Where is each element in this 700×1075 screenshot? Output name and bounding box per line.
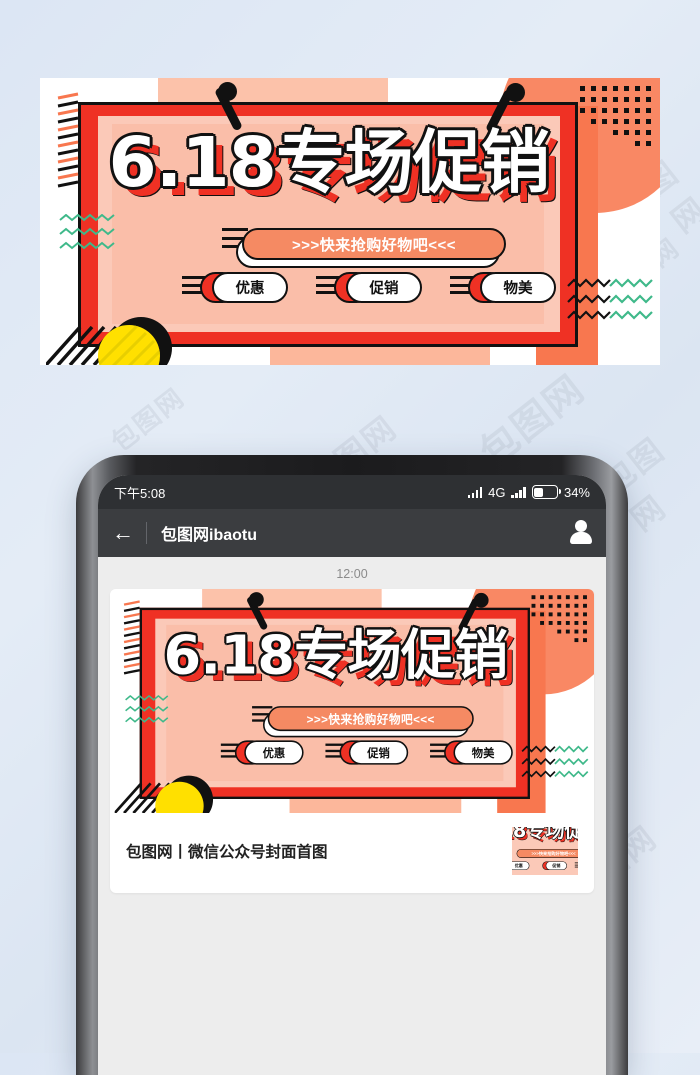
tag-pill-2[interactable]: 物美	[480, 272, 556, 303]
chat-area: 12:00 6.18专场促销 >>>快来抢购好物吧<<< 优惠 促销 物美 包图…	[98, 557, 606, 1075]
watermark-text: 包图网	[105, 381, 191, 458]
tag-pill-0[interactable]: 优惠	[212, 272, 288, 303]
tag-pill-2-2: 物美	[453, 740, 513, 765]
tag-label-2: 物美	[503, 281, 533, 297]
tag-pill-2-0: 优惠	[244, 740, 304, 765]
signal-bars-icon-2	[511, 486, 526, 498]
main-banner-artwork: 6.18专场促销 >>>快来抢购好物吧<<< 优惠 促销 物美	[40, 78, 660, 365]
tag-pill-2-1: 促销	[348, 740, 409, 765]
tag-label-2-0: 优惠	[262, 747, 286, 760]
phone-screen: 下午5:08 4G 34% ← 包图网ibaotu 12:00 6.18专场促销…	[98, 475, 606, 1075]
chat-timestamp: 12:00	[336, 567, 368, 581]
nav-bar: ← 包图网ibaotu	[98, 509, 606, 557]
tag-pill-1[interactable]: 促销	[346, 272, 422, 303]
dash-lines-decor-2	[123, 600, 140, 675]
pushpin-right-head-icon	[506, 83, 525, 102]
message-banner-artwork: 6.18专场促销 >>>快来抢购好物吧<<< 优惠 促销 物美	[110, 589, 594, 813]
banner-subtitle-pill-2: >>>快来抢购好物吧<<<	[267, 706, 474, 732]
banner-subtitle-pill: >>>快来抢购好物吧<<<	[242, 228, 506, 260]
tag-label-2-1: 促销	[367, 747, 390, 760]
zigzag-left-decor	[59, 214, 115, 250]
zigzag-right-decor-2	[521, 745, 589, 778]
battery-icon	[531, 485, 561, 499]
banner-title-2: 6.18专场促销	[163, 623, 509, 687]
thumbnail-inner: 6.18专场促销 >>>快来抢购好物吧<<< 优惠 促销	[512, 827, 578, 875]
pushpin-left-head-icon-2	[248, 592, 264, 607]
banner-title: 6.18专场促销	[108, 122, 550, 203]
tag-label-0: 优惠	[235, 281, 265, 297]
zigzag-left-decor-2	[125, 695, 169, 723]
zigzag-right-decor	[567, 278, 653, 320]
banner-thumbnail[interactable]: 6.18专场促销 >>>快来抢购好物吧<<< 优惠 促销	[512, 827, 578, 875]
yellow-circle-stripes-decor	[98, 325, 160, 365]
banner-subtitle-2: >>>快来抢购好物吧<<<	[306, 712, 435, 726]
dash-lines-decor	[57, 92, 79, 188]
battery-label: 34%	[563, 484, 590, 500]
pushpin-right-head-icon-2	[473, 592, 489, 608]
tag-label-2-2: 物美	[471, 747, 495, 760]
message-card[interactable]: 6.18专场促销 >>>快来抢购好物吧<<< 优惠 促销 物美 包图网丨微信公众…	[110, 589, 594, 893]
status-time: 下午5:08	[114, 485, 166, 501]
nav-divider	[146, 522, 147, 544]
dot-grid-icon-2	[531, 595, 587, 643]
person-avatar-icon[interactable]	[570, 520, 592, 546]
banner-subtitle: >>>快来抢购好物吧<<<	[291, 236, 457, 254]
banner-title-wrap-2: 6.18专场促销	[155, 622, 516, 689]
message-caption-row: 包图网丨微信公众号封面首图 6.18专场促销	[110, 813, 594, 893]
message-caption: 包图网丨微信公众号封面首图	[126, 844, 328, 861]
nav-title: 包图网ibaotu	[161, 527, 257, 544]
network-label: 4G	[488, 484, 506, 500]
pushpin-left-head-icon	[218, 82, 237, 101]
back-arrow-icon[interactable]: ←	[112, 522, 146, 544]
status-right-group: 4G 34%	[467, 484, 590, 500]
status-bar: 下午5:08 4G 34%	[98, 475, 606, 509]
phone-mockup: 下午5:08 4G 34% ← 包图网ibaotu 12:00 6.18专场促销…	[76, 455, 628, 1075]
dot-grid-icon	[580, 86, 651, 146]
signal-bars-icon	[467, 486, 483, 498]
tag-label-1: 促销	[369, 281, 399, 297]
banner-title-wrap: 6.18专场促销	[98, 120, 560, 206]
